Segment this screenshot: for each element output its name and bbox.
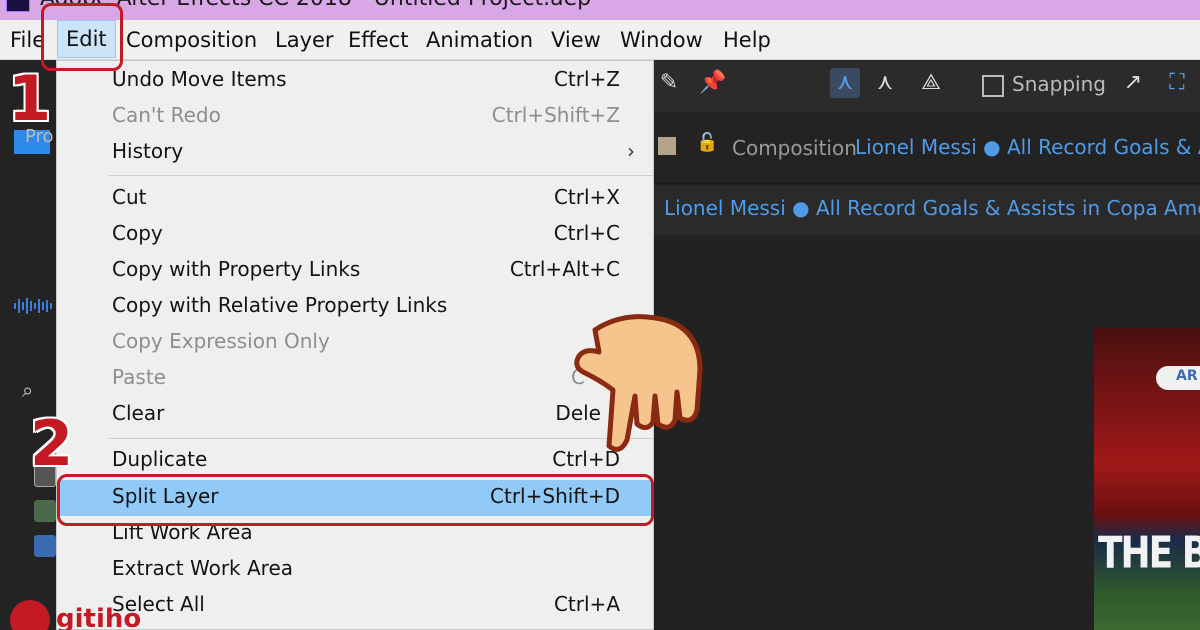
composition-panel-label: Composition: [732, 136, 857, 160]
window-title: Adobe After Effects CC 2018 - Untitled P…: [40, 0, 591, 11]
menu-item-label: Copy: [112, 221, 163, 245]
search-icon[interactable]: ⌕: [22, 378, 56, 408]
menu-item-extract-work-area[interactable]: Extract Work Area: [57, 552, 653, 588]
menu-item-label: Cut: [112, 185, 147, 209]
window-titlebar: Adobe After Effects CC 2018 - Untitled P…: [0, 0, 1200, 20]
menu-item-undo[interactable]: Undo Move Items Ctrl+Z: [57, 63, 653, 99]
menu-item-label: Can't Redo: [112, 103, 221, 127]
menu-item-shortcut: Ctrl+C: [553, 221, 620, 245]
menu-item-label: History: [112, 139, 184, 163]
menu-layer[interactable]: Layer: [275, 20, 334, 60]
menu-item-shortcut: Ctrl+Alt+C: [509, 257, 620, 281]
menu-item-label: Copy with Property Links: [112, 257, 361, 281]
menu-item-label: Undo Move Items: [112, 67, 287, 91]
menu-item-history[interactable]: History ›: [57, 135, 653, 171]
menu-item-cut[interactable]: Cut Ctrl+X: [57, 181, 653, 217]
audio-waveform-icon: [14, 298, 52, 314]
menu-item-label: Split Layer: [112, 484, 219, 508]
lock-icon[interactable]: 🔓: [696, 132, 718, 153]
menu-item-label: Paste: [112, 365, 166, 389]
menu-item-clear[interactable]: Clear Dele: [57, 397, 653, 433]
composition-color-swatch: [658, 137, 676, 155]
menu-composition[interactable]: Composition: [126, 20, 257, 60]
video-banner-text: THE BEST: [1098, 528, 1200, 579]
menu-item-lift-work-area[interactable]: Lift Work Area: [57, 516, 653, 552]
video-bubble: AR: [1156, 366, 1200, 390]
menu-animation[interactable]: Animation: [426, 20, 533, 60]
step-two-number: 2: [30, 407, 74, 480]
composition-tab[interactable]: Lionel Messi ● All Record Goals & Assist…: [654, 185, 1200, 235]
menu-item-copy[interactable]: Copy Ctrl+C: [57, 217, 653, 253]
axis-world-icon[interactable]: ⋏: [870, 68, 900, 98]
menu-item-shortcut: Ctrl+Z: [553, 67, 620, 91]
menu-item-duplicate[interactable]: Duplicate Ctrl+D: [57, 443, 653, 479]
axis-view-icon[interactable]: ⟁: [916, 68, 946, 98]
video-frame: AR THE BEST: [1094, 328, 1200, 630]
menu-bar: File Edit Composition Layer Effect Anima…: [0, 20, 1200, 60]
menu-item-copy-relative-links[interactable]: Copy with Relative Property Links: [57, 289, 653, 325]
menu-item-shortcut: Ctrl+A: [553, 592, 620, 616]
menu-help[interactable]: Help: [723, 20, 771, 60]
menu-window[interactable]: Window: [620, 20, 703, 60]
menu-item-select-all[interactable]: Select All Ctrl+A: [57, 588, 653, 624]
watermark-brand: gitiho: [56, 604, 142, 630]
axis-local-icon[interactable]: ⋏: [830, 68, 860, 98]
chevron-right-icon: ›: [627, 139, 635, 163]
menu-item-label: Lift Work Area: [112, 520, 253, 544]
menu-item-copy-property-links[interactable]: Copy with Property Links Ctrl+Alt+C: [57, 253, 653, 289]
menu-item-paste: Paste C: [57, 361, 653, 397]
snap-frame-icon[interactable]: ⛶: [1162, 68, 1192, 98]
snapping-checkbox[interactable]: [982, 75, 1004, 97]
menu-item-label: Copy Expression Only: [112, 329, 330, 353]
menu-item-label: Extract Work Area: [112, 556, 294, 580]
step-one-number: 1: [8, 62, 52, 135]
composition-panel-header: 🔓 Composition Lionel Messi ● All Record …: [654, 112, 1200, 184]
menu-item-split-layer[interactable]: Split Layer Ctrl+Shift+D: [57, 480, 653, 516]
snap-arrow-icon[interactable]: ↗: [1118, 68, 1148, 98]
after-effects-app-icon: [6, 0, 30, 12]
menu-item-label: Duplicate: [112, 447, 208, 471]
pointing-hand-icon: [574, 314, 703, 452]
menu-effect[interactable]: Effect: [348, 20, 408, 60]
menu-separator: [109, 175, 653, 176]
pin-tool-icon[interactable]: 📌: [698, 68, 728, 98]
menu-item-copy-expression: Copy Expression Only: [57, 325, 653, 361]
menu-file[interactable]: File: [10, 20, 45, 60]
composition-viewer: AR THE BEST: [654, 235, 1200, 630]
snapping-label: Snapping: [1012, 72, 1106, 96]
brush-tool-icon[interactable]: ✎: [654, 68, 684, 98]
menu-item-label: Clear: [112, 401, 165, 425]
composition-tab-name[interactable]: Lionel Messi ● All Record Goals & Assist…: [664, 196, 1200, 220]
video-bubble-text: AR: [1176, 368, 1198, 384]
project-panel: Pro ⌕: [0, 60, 56, 630]
menu-view[interactable]: View: [551, 20, 601, 60]
menu-item-shortcut: Ctrl+Shift+Z: [491, 103, 620, 127]
menu-item-shortcut: Ctrl+Shift+D: [490, 484, 620, 508]
menu-edit[interactable]: Edit: [57, 20, 116, 58]
video-file-icon: [34, 535, 56, 557]
composition-name[interactable]: Lionel Messi ● All Record Goals & As: [855, 135, 1200, 159]
tools-toolbar: ✎ 📌 ⋏ ⋏ ⟁ Snapping ↗ ⛶: [654, 60, 1200, 112]
footage-icon: [34, 500, 56, 522]
menu-item-redo: Can't Redo Ctrl+Shift+Z: [57, 99, 653, 135]
menu-item-shortcut: Ctrl+X: [553, 185, 620, 209]
menu-item-label: Copy with Relative Property Links: [112, 293, 448, 317]
